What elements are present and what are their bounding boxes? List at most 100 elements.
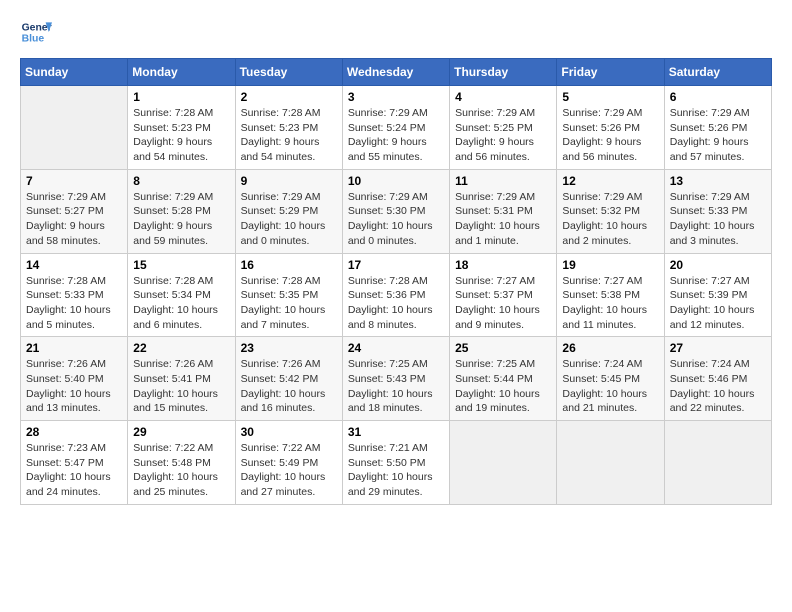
calendar-cell: 31 Sunrise: 7:21 AM Sunset: 5:50 PM Dayli… xyxy=(342,421,449,505)
svg-text:Blue: Blue xyxy=(22,34,45,45)
day-info: Sunrise: 7:29 AM Sunset: 5:26 PM Dayligh… xyxy=(562,106,658,165)
calendar-cell: 18Sunrise: 7:27 AM Sunset: 5:37 PM Dayli… xyxy=(450,253,557,337)
calendar-table: SundayMondayTuesdayWednesdayThursdayFrid… xyxy=(20,58,772,505)
day-info: Sunrise: 7:27 AM Sunset: 5:39 PM Dayligh… xyxy=(670,274,766,333)
calendar-cell xyxy=(664,421,771,505)
day-number: 20 xyxy=(670,258,766,272)
day-info: Sunrise: 7:26 AM Sunset: 5:41 PM Dayligh… xyxy=(133,357,229,416)
day-number: 26 xyxy=(562,341,658,355)
calendar-cell: 13 Sunrise: 7:29 AM Sunset: 5:33 PM Dayli… xyxy=(664,169,771,253)
calendar-cell: 23 Sunrise: 7:26 AM Sunset: 5:42 PM Dayli… xyxy=(235,337,342,421)
calendar-cell: 22Sunrise: 7:26 AM Sunset: 5:41 PM Dayli… xyxy=(128,337,235,421)
day-number: 14 xyxy=(26,258,122,272)
day-number: 5 xyxy=(562,90,658,104)
calendar-cell: 17 Sunrise: 7:28 AM Sunset: 5:36 PM Dayli… xyxy=(342,253,449,337)
day-info: Sunrise: 7:24 AM Sunset: 5:45 PM Dayligh… xyxy=(562,357,658,416)
calendar-week-row: 1 Sunrise: 7:28 AM Sunset: 5:23 PM Daylig… xyxy=(21,86,772,170)
calendar-cell: 3Sunrise: 7:29 AM Sunset: 5:24 PM Daylig… xyxy=(342,86,449,170)
calendar-cell: 7Sunrise: 7:29 AM Sunset: 5:27 PM Daylig… xyxy=(21,169,128,253)
calendar-cell: 5 Sunrise: 7:29 AM Sunset: 5:26 PM Daylig… xyxy=(557,86,664,170)
calendar-cell: 15Sunrise: 7:28 AM Sunset: 5:34 PM Dayli… xyxy=(128,253,235,337)
day-info: Sunrise: 7:28 AM Sunset: 5:33 PM Dayligh… xyxy=(26,274,122,333)
day-info: Sunrise: 7:22 AM Sunset: 5:48 PM Dayligh… xyxy=(133,441,229,500)
calendar-cell: 1 Sunrise: 7:28 AM Sunset: 5:23 PM Daylig… xyxy=(128,86,235,170)
day-number: 16 xyxy=(241,258,337,272)
day-info: Sunrise: 7:26 AM Sunset: 5:42 PM Dayligh… xyxy=(241,357,337,416)
day-of-week-header: Monday xyxy=(128,59,235,86)
day-info: Sunrise: 7:25 AM Sunset: 5:43 PM Dayligh… xyxy=(348,357,444,416)
day-number: 24 xyxy=(348,341,444,355)
calendar-cell: 26 Sunrise: 7:24 AM Sunset: 5:45 PM Dayli… xyxy=(557,337,664,421)
calendar-cell: 12Sunrise: 7:29 AM Sunset: 5:32 PM Dayli… xyxy=(557,169,664,253)
header: General Blue xyxy=(20,16,772,48)
day-of-week-header: Sunday xyxy=(21,59,128,86)
day-number: 25 xyxy=(455,341,551,355)
day-info: Sunrise: 7:28 AM Sunset: 5:35 PM Dayligh… xyxy=(241,274,337,333)
day-number: 19 xyxy=(562,258,658,272)
calendar-cell: 4 Sunrise: 7:29 AM Sunset: 5:25 PM Daylig… xyxy=(450,86,557,170)
day-info: Sunrise: 7:29 AM Sunset: 5:24 PM Dayligh… xyxy=(348,106,444,165)
day-info: Sunrise: 7:29 AM Sunset: 5:26 PM Dayligh… xyxy=(670,106,766,165)
day-of-week-header: Saturday xyxy=(664,59,771,86)
day-info: Sunrise: 7:28 AM Sunset: 5:23 PM Dayligh… xyxy=(241,106,337,165)
day-number: 30 xyxy=(241,425,337,439)
day-info: Sunrise: 7:23 AM Sunset: 5:47 PM Dayligh… xyxy=(26,441,122,500)
calendar-cell: 25Sunrise: 7:25 AM Sunset: 5:44 PM Dayli… xyxy=(450,337,557,421)
calendar-cell xyxy=(557,421,664,505)
day-number: 1 xyxy=(133,90,229,104)
day-number: 31 xyxy=(348,425,444,439)
day-number: 4 xyxy=(455,90,551,104)
logo-icon: General Blue xyxy=(20,16,52,48)
day-number: 13 xyxy=(670,174,766,188)
calendar-cell: 14 Sunrise: 7:28 AM Sunset: 5:33 PM Dayli… xyxy=(21,253,128,337)
day-number: 17 xyxy=(348,258,444,272)
logo: General Blue xyxy=(20,16,52,48)
day-info: Sunrise: 7:22 AM Sunset: 5:49 PM Dayligh… xyxy=(241,441,337,500)
day-number: 29 xyxy=(133,425,229,439)
calendar-week-row: 14 Sunrise: 7:28 AM Sunset: 5:33 PM Dayli… xyxy=(21,253,772,337)
day-info: Sunrise: 7:29 AM Sunset: 5:27 PM Dayligh… xyxy=(26,190,122,249)
calendar-cell: 28 Sunrise: 7:23 AM Sunset: 5:47 PM Dayli… xyxy=(21,421,128,505)
calendar-header-row: SundayMondayTuesdayWednesdayThursdayFrid… xyxy=(21,59,772,86)
day-number: 10 xyxy=(348,174,444,188)
day-info: Sunrise: 7:28 AM Sunset: 5:23 PM Dayligh… xyxy=(133,106,229,165)
day-number: 6 xyxy=(670,90,766,104)
calendar-cell: 16 Sunrise: 7:28 AM Sunset: 5:35 PM Dayli… xyxy=(235,253,342,337)
calendar-week-row: 28 Sunrise: 7:23 AM Sunset: 5:47 PM Dayli… xyxy=(21,421,772,505)
day-of-week-header: Friday xyxy=(557,59,664,86)
day-info: Sunrise: 7:27 AM Sunset: 5:37 PM Dayligh… xyxy=(455,274,551,333)
day-info: Sunrise: 7:24 AM Sunset: 5:46 PM Dayligh… xyxy=(670,357,766,416)
day-of-week-header: Wednesday xyxy=(342,59,449,86)
calendar-cell: 19Sunrise: 7:27 AM Sunset: 5:38 PM Dayli… xyxy=(557,253,664,337)
day-number: 21 xyxy=(26,341,122,355)
calendar-cell: 6 Sunrise: 7:29 AM Sunset: 5:26 PM Daylig… xyxy=(664,86,771,170)
day-info: Sunrise: 7:28 AM Sunset: 5:34 PM Dayligh… xyxy=(133,274,229,333)
calendar-cell: 21 Sunrise: 7:26 AM Sunset: 5:40 PM Dayli… xyxy=(21,337,128,421)
day-info: Sunrise: 7:21 AM Sunset: 5:50 PM Dayligh… xyxy=(348,441,444,500)
day-info: Sunrise: 7:29 AM Sunset: 5:25 PM Dayligh… xyxy=(455,106,551,165)
day-number: 11 xyxy=(455,174,551,188)
day-info: Sunrise: 7:29 AM Sunset: 5:28 PM Dayligh… xyxy=(133,190,229,249)
calendar-cell: 11 Sunrise: 7:29 AM Sunset: 5:31 PM Dayli… xyxy=(450,169,557,253)
calendar-cell xyxy=(450,421,557,505)
calendar-cell: 2 Sunrise: 7:28 AM Sunset: 5:23 PM Daylig… xyxy=(235,86,342,170)
day-number: 27 xyxy=(670,341,766,355)
day-of-week-header: Tuesday xyxy=(235,59,342,86)
day-number: 28 xyxy=(26,425,122,439)
day-number: 9 xyxy=(241,174,337,188)
day-number: 23 xyxy=(241,341,337,355)
calendar-cell: 29 Sunrise: 7:22 AM Sunset: 5:48 PM Dayli… xyxy=(128,421,235,505)
day-info: Sunrise: 7:26 AM Sunset: 5:40 PM Dayligh… xyxy=(26,357,122,416)
day-info: Sunrise: 7:29 AM Sunset: 5:33 PM Dayligh… xyxy=(670,190,766,249)
calendar-week-row: 7Sunrise: 7:29 AM Sunset: 5:27 PM Daylig… xyxy=(21,169,772,253)
calendar-week-row: 21 Sunrise: 7:26 AM Sunset: 5:40 PM Dayli… xyxy=(21,337,772,421)
calendar-cell xyxy=(21,86,128,170)
calendar-cell: 27 Sunrise: 7:24 AM Sunset: 5:46 PM Dayli… xyxy=(664,337,771,421)
calendar-cell: 8 Sunrise: 7:29 AM Sunset: 5:28 PM Daylig… xyxy=(128,169,235,253)
calendar-cell: 9Sunrise: 7:29 AM Sunset: 5:29 PM Daylig… xyxy=(235,169,342,253)
day-number: 8 xyxy=(133,174,229,188)
day-number: 2 xyxy=(241,90,337,104)
day-info: Sunrise: 7:28 AM Sunset: 5:36 PM Dayligh… xyxy=(348,274,444,333)
day-info: Sunrise: 7:29 AM Sunset: 5:31 PM Dayligh… xyxy=(455,190,551,249)
calendar-cell: 10Sunrise: 7:29 AM Sunset: 5:30 PM Dayli… xyxy=(342,169,449,253)
